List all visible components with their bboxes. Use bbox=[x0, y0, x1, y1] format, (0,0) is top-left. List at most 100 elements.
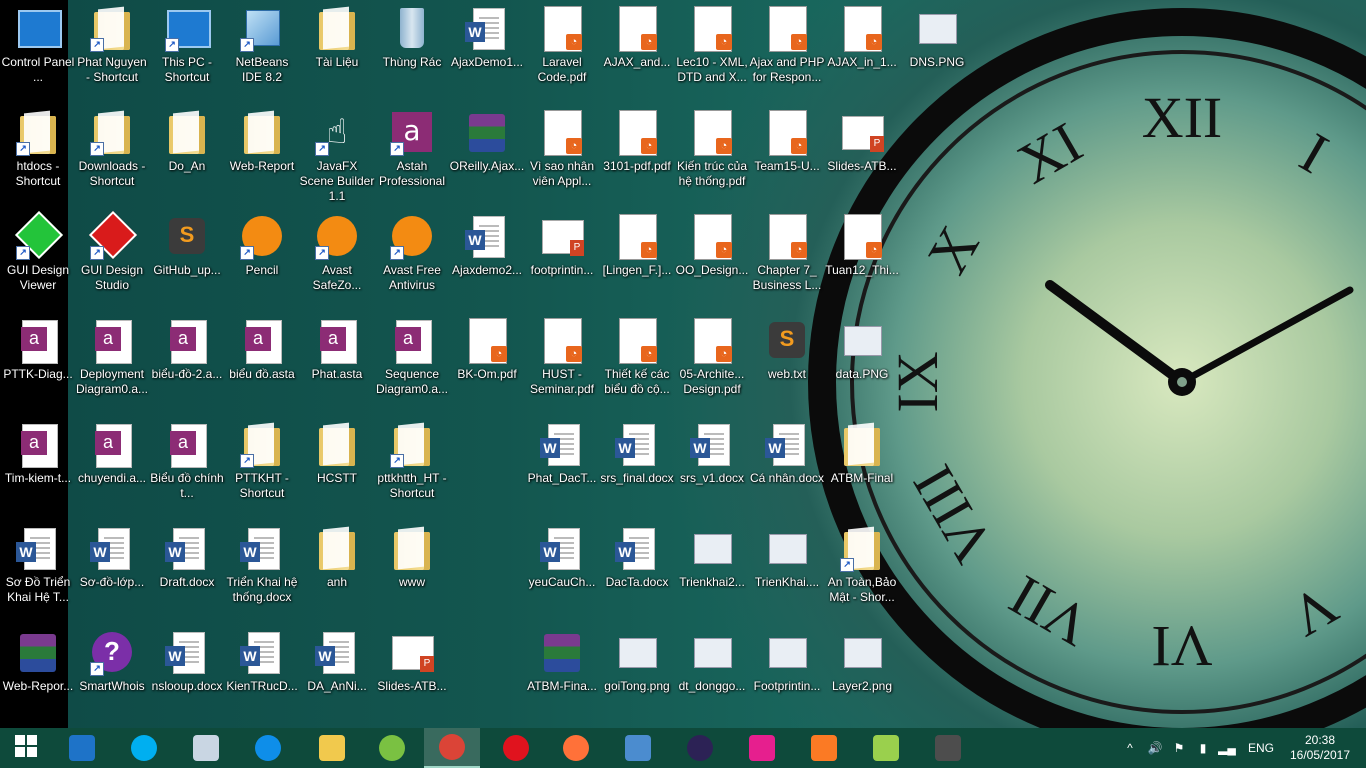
desktop-icon[interactable]: ◔ [Lingen_F.]... bbox=[599, 212, 675, 278]
desktop-icon[interactable]: ↗ Downloads - Shortcut bbox=[74, 108, 150, 189]
desktop-icon[interactable]: ↗ Avast SafeZo... bbox=[299, 212, 375, 293]
desktop-icon[interactable]: ◔ Laravel Code.pdf bbox=[524, 4, 600, 85]
desktop-icon[interactable]: data.PNG bbox=[824, 316, 900, 382]
desktop-icon[interactable]: Wsrs_v1.docx bbox=[674, 420, 750, 486]
desktop-icon[interactable]: Deployment Diagram0.a... bbox=[74, 316, 150, 397]
taskbar-file-explorer-button[interactable] bbox=[304, 728, 360, 768]
battery-icon[interactable]: ▮ bbox=[1194, 728, 1212, 768]
desktop-icon[interactable]: W Draft.docx bbox=[149, 524, 225, 590]
desktop-icon[interactable]: ↗ Pencil bbox=[224, 212, 300, 278]
desktop-icon[interactable]: ↗ Astah Professional bbox=[374, 108, 450, 189]
desktop-icon[interactable]: W Cá nhân.docx bbox=[749, 420, 825, 486]
desktop-icon[interactable]: W KienTRucD... bbox=[224, 628, 300, 694]
taskbar-virtualbox-button[interactable] bbox=[610, 728, 666, 768]
desktop-icon[interactable]: Tim-kiem-t... bbox=[0, 420, 76, 486]
desktop-icon[interactable]: Footprintin... bbox=[749, 628, 825, 694]
language-indicator[interactable]: ENG bbox=[1244, 728, 1278, 768]
desktop-icon[interactable]: ◔ Chapter 7_ Business L... bbox=[749, 212, 825, 293]
desktop-icon[interactable]: web.txt bbox=[749, 316, 825, 382]
desktop-icon[interactable]: W DacTa.docx bbox=[599, 524, 675, 590]
taskbar-skype-button[interactable] bbox=[116, 728, 172, 768]
desktop-icon[interactable]: Control Panel ... bbox=[0, 4, 76, 85]
network-signal-icon[interactable]: ▂▄ bbox=[1218, 728, 1236, 768]
desktop-icon[interactable]: ◔ AJAX_in_1... bbox=[824, 4, 900, 70]
desktop-icon[interactable]: ↗ NetBeans IDE 8.2 bbox=[224, 4, 300, 85]
desktop-icon[interactable]: ↗ This PC - Shortcut bbox=[149, 4, 225, 85]
taskbar-sublime-button[interactable] bbox=[920, 728, 976, 768]
desktop-icon[interactable]: ↗ JavaFX Scene Builder 1.1 bbox=[299, 108, 375, 204]
show-hidden-icons-chevron-icon[interactable]: ^ bbox=[1122, 728, 1138, 768]
desktop-icon[interactable]: W AjaxDemo1... bbox=[449, 4, 525, 70]
desktop-icon[interactable]: ↗ GUI Design Viewer bbox=[0, 210, 76, 293]
desktop-icon[interactable]: chuyendi.a... bbox=[74, 420, 150, 486]
desktop-icon[interactable]: W Sơ-đồ-lớp... bbox=[74, 524, 150, 590]
desktop-icon[interactable]: TrienKhai.... bbox=[749, 524, 825, 590]
start-button[interactable] bbox=[0, 728, 56, 768]
desktop-icon[interactable]: Do_An bbox=[149, 108, 225, 174]
taskbar-clock[interactable]: 20:38 16/05/2017 bbox=[1288, 733, 1352, 763]
desktop-icon[interactable]: ↗ GUI Design Studio bbox=[74, 210, 150, 293]
taskbar-wamp-button[interactable] bbox=[734, 728, 790, 768]
desktop-icon[interactable]: biểu-đồ-2.a... bbox=[149, 316, 225, 382]
desktop-icon[interactable]: HCSTT bbox=[299, 420, 375, 486]
desktop-icon[interactable]: PTTK-Diag... bbox=[0, 316, 76, 382]
desktop-icon[interactable]: OReilly.Ajax... bbox=[449, 108, 525, 174]
desktop-icon[interactable]: ↗ pttkhtth_HT - Shortcut bbox=[374, 420, 450, 501]
desktop-icon[interactable]: dt_donggo... bbox=[674, 628, 750, 694]
desktop-icon[interactable]: ◔ Lec10 - XML, DTD and X... bbox=[674, 4, 750, 85]
taskbar-eclipse-button[interactable] bbox=[672, 728, 728, 768]
desktop-icon[interactable]: ↗ PTTKHT - Shortcut bbox=[224, 420, 300, 501]
desktop-icon[interactable]: GitHub_up... bbox=[149, 212, 225, 278]
desktop-icon[interactable]: goiTong.png bbox=[599, 628, 675, 694]
desktop-icon[interactable]: Trienkhai2... bbox=[674, 524, 750, 590]
desktop-icon[interactable]: Wnslooup.docx bbox=[149, 628, 225, 694]
desktop-icon[interactable]: W Ajaxdemo2... bbox=[449, 212, 525, 278]
desktop-icon[interactable]: ◔ 3101-pdf.pdf bbox=[599, 108, 675, 174]
desktop-icon[interactable]: ◔ HUST - Seminar.pdf bbox=[524, 316, 600, 397]
volume-icon[interactable]: 🔊 bbox=[1146, 728, 1164, 768]
desktop-icon[interactable]: ◔ Vì sao nhân viên Appl... bbox=[524, 108, 600, 189]
desktop-icon[interactable]: ATBM-Fina... bbox=[524, 628, 600, 694]
taskbar-notepadpp-button[interactable] bbox=[858, 728, 914, 768]
desktop-icon[interactable]: Sequence Diagram0.a... bbox=[374, 316, 450, 397]
desktop-icon[interactable]: biểu đồ.asta bbox=[224, 316, 300, 382]
taskbar-teamviewer-button[interactable] bbox=[240, 728, 296, 768]
desktop-icon[interactable]: ↗ htdocs - Shortcut bbox=[0, 108, 76, 189]
desktop-icon[interactable]: ◔ Tuan12_Thi... bbox=[824, 212, 900, 278]
desktop-icon[interactable]: ↗ Avast Free Antivirus bbox=[374, 212, 450, 293]
desktop-icon[interactable]: ATBM-Final bbox=[824, 420, 900, 486]
desktop-icon[interactable]: ◔ AJAX_and... bbox=[599, 4, 675, 70]
desktop-icon[interactable]: P Slides-ATB... bbox=[374, 628, 450, 694]
desktop-icon[interactable]: P Slides-ATB... bbox=[824, 108, 900, 174]
desktop-icon[interactable]: anh bbox=[299, 524, 375, 590]
desktop-icon[interactable]: Tài Liệu bbox=[299, 4, 375, 70]
desktop-icon[interactable]: Web-Report bbox=[224, 108, 300, 174]
desktop-icon[interactable]: ◔ Thiết kế các biểu đồ cộ... bbox=[599, 316, 675, 397]
desktop-icon[interactable]: Phat.asta bbox=[299, 316, 375, 382]
taskbar-xampp-button[interactable] bbox=[796, 728, 852, 768]
taskbar-opera-button[interactable] bbox=[488, 728, 544, 768]
taskbar-firefox-button[interactable] bbox=[548, 728, 604, 768]
desktop-icon[interactable]: WyeuCauCh... bbox=[524, 524, 600, 590]
desktop-icon[interactable]: ◔ OO_Design... bbox=[674, 212, 750, 278]
desktop-icon[interactable]: ◔ 05-Archite... Design.pdf bbox=[674, 316, 750, 397]
desktop-icon[interactable]: ◔ Kiến trúc của hệ thống.pdf bbox=[674, 108, 750, 189]
desktop-icon[interactable]: ↗ Phat Nguyen - Shortcut bbox=[74, 4, 150, 85]
desktop-icon[interactable]: Biểu đồ chính t... bbox=[149, 420, 225, 501]
desktop-icon[interactable]: Thùng Rác bbox=[374, 4, 450, 70]
desktop-icon[interactable]: ◔ Ajax and PHP for Respon... bbox=[749, 4, 825, 85]
desktop-icon[interactable]: www bbox=[374, 524, 450, 590]
desktop-icon[interactable]: DNS.PNG bbox=[899, 4, 975, 70]
desktop-icon[interactable]: Pfootprintin... bbox=[524, 212, 600, 278]
taskbar-greenshot-button[interactable] bbox=[364, 728, 420, 768]
desktop-icon[interactable]: ↗ SmartWhois bbox=[74, 628, 150, 694]
taskbar-system-monitor-button[interactable] bbox=[178, 728, 234, 768]
desktop-icon[interactable]: W DA_AnNi... bbox=[299, 628, 375, 694]
desktop-icon[interactable]: Web-Repor... bbox=[0, 628, 76, 694]
desktop-icon[interactable]: W Triển Khai hệ thống.docx bbox=[224, 524, 300, 605]
desktop-icon[interactable]: Layer2.png bbox=[824, 628, 900, 694]
desktop-icon[interactable]: ◔ BK-Om.pdf bbox=[449, 316, 525, 382]
taskbar-chrome-button[interactable] bbox=[424, 728, 480, 768]
taskbar-defender-button[interactable] bbox=[54, 728, 110, 768]
desktop-icon[interactable]: ◔ Team15-U... bbox=[749, 108, 825, 174]
